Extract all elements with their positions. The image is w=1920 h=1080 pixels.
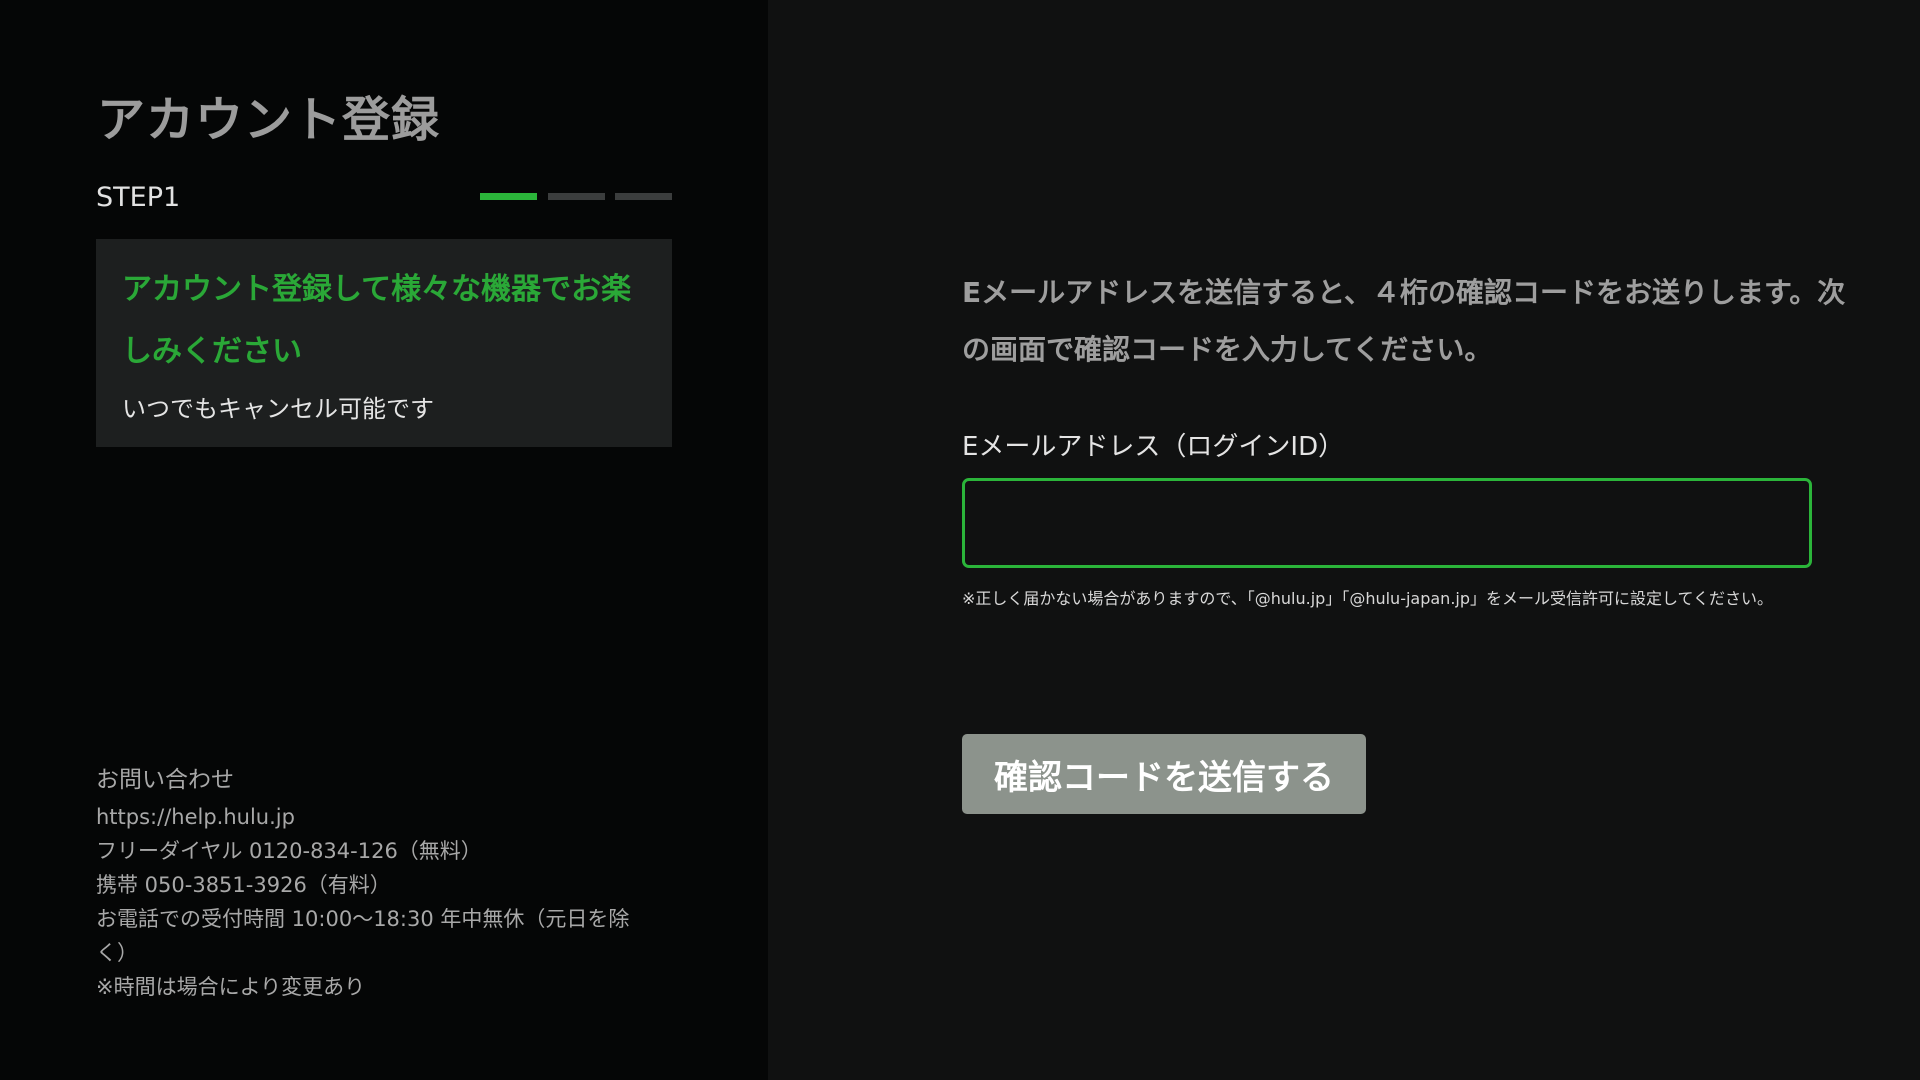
contact-url[interactable]: https://help.hulu.jp <box>96 800 656 834</box>
promo-headline: アカウント登録して様々な機器でお楽しみください <box>122 272 632 369</box>
step-progress <box>480 193 672 200</box>
contact-mobile: 携帯 050-3851-3926（有料） <box>96 873 391 897</box>
instruction-text: Eメールアドレスを送信すると、４桁の確認コードをお送りします。次の画面で確認コー… <box>962 276 1846 366</box>
promo-box: アカウント登録して様々な機器でお楽しみください いつでもキャンセル可能です <box>96 239 672 447</box>
step-label: STEP1 <box>96 182 181 213</box>
contact-title: お問い合わせ <box>96 767 234 793</box>
email-note: ※正しく届かない場合がありますので、「@hulu.jp」「@hulu-japan… <box>962 589 1774 608</box>
promo-subtext: いつでもキャンセル可能です <box>122 395 434 423</box>
send-code-button[interactable]: 確認コードを送信する <box>962 734 1366 814</box>
email-label: Eメールアドレス（ログインID） <box>962 432 1345 462</box>
step-indicator-2 <box>548 193 605 200</box>
step-indicator-1 <box>480 193 537 200</box>
left-panel: アカウント登録 STEP1 アカウント登録して様々な機器でお楽しみください いつ… <box>0 0 768 1080</box>
page-title: アカウント登録 <box>97 92 441 148</box>
email-input[interactable] <box>962 478 1812 568</box>
contact-hours: お電話での受付時間 10:00〜18:30 年中無休（元日を除く） <box>96 907 630 965</box>
contact-freedial: フリーダイヤル 0120-834-126（無料） <box>96 839 482 863</box>
step-indicator-3 <box>615 193 672 200</box>
contact-info: お問い合わせ https://help.hulu.jp フリーダイヤル 0120… <box>96 760 656 1004</box>
contact-hours-note: ※時間は場合により変更あり <box>96 975 366 999</box>
